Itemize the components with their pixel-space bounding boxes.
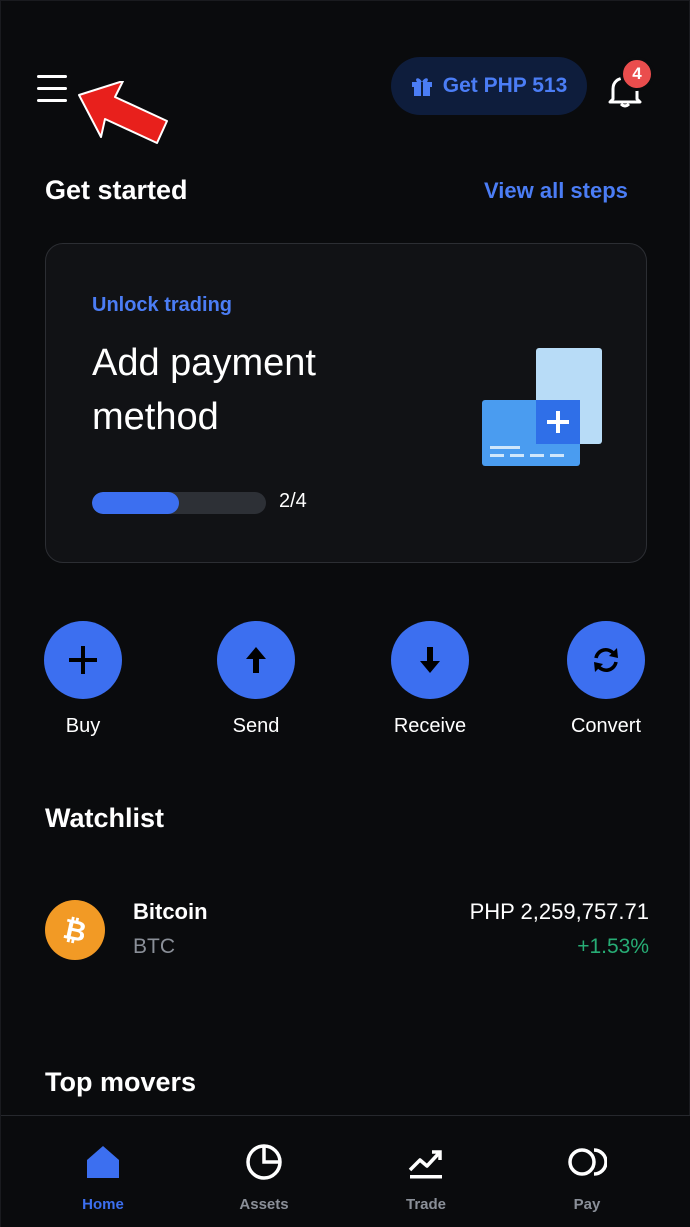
buy-button[interactable]: Buy <box>23 621 143 738</box>
pie-chart-icon <box>246 1144 282 1180</box>
home-screen: Get PHP 513 4 Get started View all steps… <box>0 0 690 1227</box>
home-icon <box>87 1146 119 1178</box>
payment-card-illustration-icon <box>482 348 602 466</box>
svg-text:₿: ₿ <box>60 913 89 947</box>
progress-text: 2/4 <box>279 490 307 512</box>
notification-count-badge: 4 <box>620 57 654 91</box>
top-movers-title: Top movers <box>45 1067 197 1097</box>
receive-button[interactable]: Receive <box>370 621 490 738</box>
nav-label-home: Home <box>82 1196 124 1213</box>
hamburger-menu-icon[interactable] <box>37 75 69 103</box>
red-arrow-annotation-icon <box>78 81 168 144</box>
get-started-title: Get started <box>45 175 188 205</box>
nav-pay[interactable]: Pay <box>532 1142 642 1213</box>
card-eyebrow: Unlock trading <box>92 294 233 316</box>
plus-icon <box>69 646 97 674</box>
bottom-navigation: Home Assets Trade Pay <box>1 1115 690 1227</box>
view-all-steps-link[interactable]: View all steps <box>484 178 628 204</box>
card-headline: Add payment method <box>92 342 316 438</box>
arrow-down-icon <box>420 647 440 673</box>
action-label-send: Send <box>232 715 280 737</box>
action-label-receive: Receive <box>393 715 467 737</box>
send-button[interactable]: Send <box>196 621 316 738</box>
onboarding-progress-bar <box>92 492 266 514</box>
nav-label-trade: Trade <box>405 1196 447 1213</box>
arrow-up-icon <box>246 647 266 673</box>
nav-label-pay: Pay <box>573 1196 601 1213</box>
nav-trade[interactable]: Trade <box>371 1142 481 1213</box>
convert-button[interactable]: Convert <box>546 621 666 738</box>
nav-assets[interactable]: Assets <box>209 1142 319 1213</box>
trade-chart-icon <box>408 1150 442 1179</box>
watchlist-row-bitcoin[interactable]: ₿ Bitcoin BTC PHP 2,259,757.71 +1.53% <box>45 889 649 975</box>
onboarding-card[interactable]: Unlock trading Add payment method 2/4 <box>45 243 647 563</box>
asset-name: Bitcoin <box>133 899 208 924</box>
pay-icon <box>568 1148 608 1176</box>
action-label-convert: Convert <box>570 715 642 737</box>
action-label-buy: Buy <box>65 715 101 737</box>
nav-home[interactable]: Home <box>48 1142 158 1213</box>
asset-symbol: BTC <box>133 935 175 958</box>
nav-label-assets: Assets <box>239 1196 289 1213</box>
convert-icon <box>594 648 618 672</box>
progress-fill <box>92 492 179 514</box>
asset-change: +1.53% <box>577 935 649 958</box>
asset-price: PHP 2,259,757.71 <box>469 899 649 924</box>
gift-icon <box>411 78 432 96</box>
bitcoin-icon: ₿ <box>45 900 105 960</box>
get-reward-button[interactable]: Get PHP 513 <box>391 57 587 115</box>
promo-label: Get PHP 513 <box>442 74 568 97</box>
watchlist-title: Watchlist <box>45 803 165 833</box>
